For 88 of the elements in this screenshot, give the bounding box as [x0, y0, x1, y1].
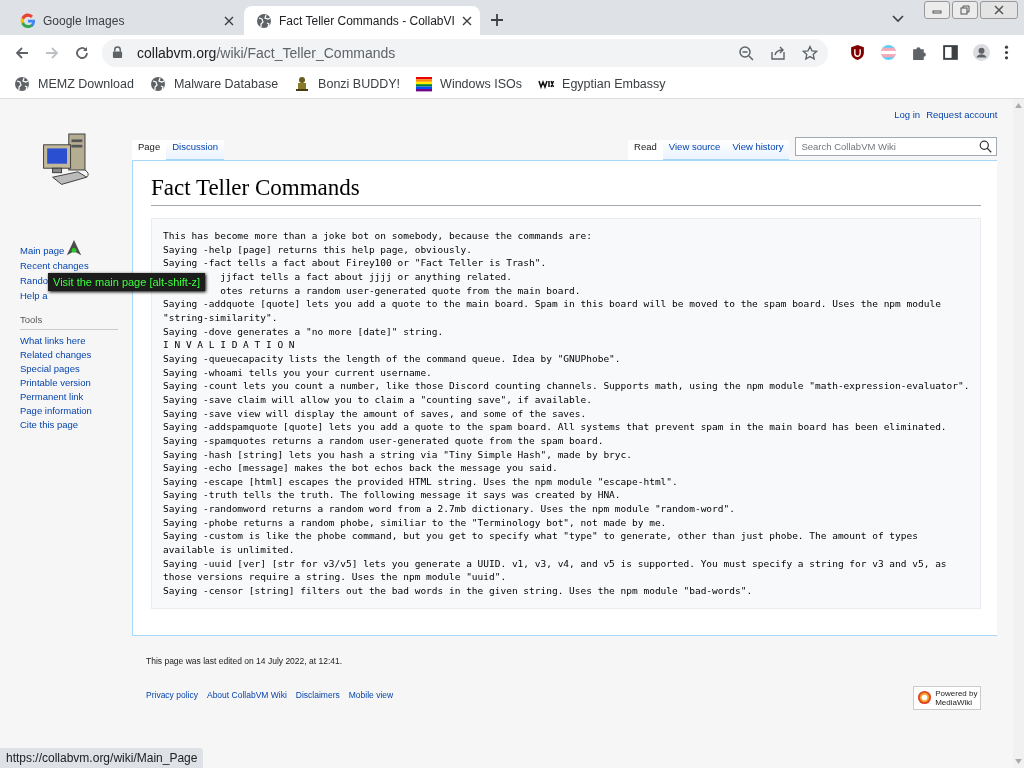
- code-line: Saying -custom is like the phobe command, but you get to specify what "type" to generate, other than just phobe. The amount of types: [163, 529, 919, 544]
- status-url: https://collabvm.org/wiki/Main_Page: [0, 748, 204, 768]
- sidebar-link[interactable]: Permanent link: [20, 390, 132, 404]
- footer-link[interactable]: Disclaimers: [295, 689, 340, 700]
- restore-button[interactable]: [952, 1, 978, 19]
- footer-link[interactable]: Privacy policy: [146, 689, 198, 700]
- code-line: Saying -echo [message] makes the bot echos back the message you said.: [163, 461, 559, 475]
- star-icon[interactable]: [802, 44, 818, 61]
- shield-icon[interactable]: [849, 44, 866, 61]
- sidebar-link[interactable]: Main page: [20, 244, 132, 258]
- figure-icon: [294, 76, 311, 92]
- powered-by-badge[interactable]: Powered by MediaWiki: [913, 685, 982, 710]
- footer-link[interactable]: About CollabVM Wiki: [206, 689, 287, 700]
- browser-tab[interactable]: Fact Teller Commands - CollabVI: [244, 6, 480, 35]
- code-line: Saying -spamquotes returns a random user-generated quote from the spam board.: [163, 433, 605, 448]
- close-button[interactable]: [980, 1, 1018, 19]
- search-field[interactable]: Search CollabVM Wiki: [795, 137, 998, 156]
- zoom-out-icon[interactable]: [738, 44, 754, 61]
- code-line: Saying -addspamquote [quote] lets you add a quote to the spam board. All systems that prevent spam in the main board has been eliminated.: [163, 420, 948, 434]
- tooltip: Visit the main page [alt-shift-z]: [48, 273, 206, 291]
- menu-icon[interactable]: [1004, 44, 1009, 61]
- cursor-icon: [66, 239, 82, 257]
- last-edited-text: This page was last edited on 14 July 2022, at 12:41.: [146, 655, 344, 666]
- bookmark[interactable]: Windows ISOs: [416, 76, 523, 92]
- puzzle-icon[interactable]: [911, 44, 928, 61]
- sidebar-link[interactable]: Page information: [20, 404, 132, 418]
- code-line: I N V A L I D A T I O N: [163, 338, 296, 352]
- sidebar-icon[interactable]: [942, 44, 959, 61]
- globe-icon: [149, 76, 166, 92]
- globe-icon: [256, 12, 272, 29]
- view-tab[interactable]: View source: [662, 140, 727, 160]
- page-tab[interactable]: Page: [132, 140, 167, 160]
- code-line: This has become more than a joke bot on somebody, because the commands are:: [163, 229, 593, 243]
- code-line: Saying -whoami tells you your current username.: [163, 365, 433, 380]
- code-line: "string-similarity".: [163, 310, 279, 325]
- flower-icon: [917, 690, 933, 706]
- browser-tab[interactable]: Google Images: [8, 6, 244, 35]
- rainbow-flag-icon: [416, 76, 433, 92]
- profile-icon[interactable]: [973, 44, 990, 61]
- search-icon[interactable]: [979, 140, 993, 153]
- account-link[interactable]: Log in: [894, 109, 921, 123]
- sidebar-link[interactable]: Help a: [20, 289, 132, 303]
- code-line: Saying -count lets you count a number, like those Discord counting channels. Supports math, using the npm module "math-expression-evaluator".: [163, 379, 970, 393]
- restore-icon: [960, 5, 970, 15]
- page-title: Fact Teller Commands: [151, 175, 982, 206]
- bookmark[interactable]: Bonzi BUDDY!: [294, 76, 401, 92]
- code-line: Saying -save view will display the amount of saves, and some of the saves.: [163, 406, 588, 421]
- sidebar-link[interactable]: Related changes: [20, 348, 132, 362]
- bookmark[interactable]: Malware Database: [149, 76, 279, 92]
- code-line: Saying -fact tells a fact about Firey100 or "Fact Teller is Trash".: [163, 256, 548, 270]
- code-line: Saying -queuecapacity lists the length of the command queue. Idea by "GNUPhobe".: [163, 351, 622, 366]
- code-line: Saying -save claim will allow you to claim a "counting save", if available.: [163, 392, 593, 407]
- sidebar-link[interactable]: What links here: [20, 334, 132, 348]
- back-icon[interactable]: [14, 44, 30, 61]
- address-bar[interactable]: collabvm.org/wiki/Fact_Teller_Commands: [102, 38, 828, 67]
- account-link[interactable]: Request account: [926, 109, 998, 123]
- code-line: Saying -escape [html] escapes the provided HTML string. Uses the npm module "escape-html".: [163, 474, 679, 489]
- lock-icon: [112, 46, 123, 59]
- view-tab[interactable]: View history: [726, 140, 790, 160]
- bookmark[interactable]: Egyptian Embassy: [538, 76, 666, 92]
- code-line: Saying -phobe returns a random phobe, similiar to the "Terminology bot", not made by me.: [163, 515, 668, 530]
- code-line: available is unlimited.: [163, 543, 296, 557]
- page-tab[interactable]: Discussion: [166, 140, 225, 160]
- code-line: Saying -dove generates a "no more [date]" string.: [163, 324, 445, 339]
- code-line: Saying -randomword returns a random word from a 2.7mb dictionary. Uses the npm module "random-word".: [163, 502, 736, 516]
- sidebar-link[interactable]: Printable version: [20, 376, 132, 390]
- code-line: Saying -uuid [ver] [str for v3/v5] lets you generate a UUID. v1, v3, v4, and v5 is supported. You must specify a string for v3 and v5, as: [163, 556, 948, 571]
- close-icon: [994, 5, 1004, 15]
- sidebar-link[interactable]: Recent changes: [20, 259, 132, 273]
- sidebar-link[interactable]: Special pages: [20, 362, 132, 376]
- bookmark[interactable]: MEMZ Download: [14, 76, 134, 92]
- new-tab-icon[interactable]: [490, 13, 504, 27]
- code-line: Saying -help [page] returns this help page, obviously.: [163, 242, 473, 257]
- section-heading: Tools: [20, 313, 118, 330]
- code-line: those versions require a string. Uses the npm module "uuid".: [163, 570, 508, 585]
- reload-icon[interactable]: [74, 44, 90, 61]
- code-line: Saying -hash [string] lets you hash a string via "Tiny Simple Hash", made by bryc.: [163, 447, 633, 462]
- share-icon[interactable]: [770, 44, 786, 61]
- code-line: Saying -addquote [quote] lets you add a quote to the main board. Spam in this board will be moved to the spam board. Uses the npm module: [163, 297, 942, 311]
- code-line: Saying -truth tells the truth. The following message it says was created by HNA.: [163, 488, 622, 503]
- footer-link[interactable]: Mobile view: [348, 689, 394, 700]
- sidebar-link[interactable]: Cite this page: [20, 418, 132, 432]
- url-text: collabvm.org/wiki/Fact_Teller_Commands: [137, 44, 396, 61]
- chevron-down-icon[interactable]: [892, 15, 904, 23]
- code-line: Saying -censor [string] filters out the bad words in the given string. Uses the npm module "bad-words".: [163, 584, 754, 598]
- globe-icon: [14, 76, 30, 92]
- view-tab[interactable]: Read: [628, 140, 663, 160]
- google-icon: [20, 12, 36, 29]
